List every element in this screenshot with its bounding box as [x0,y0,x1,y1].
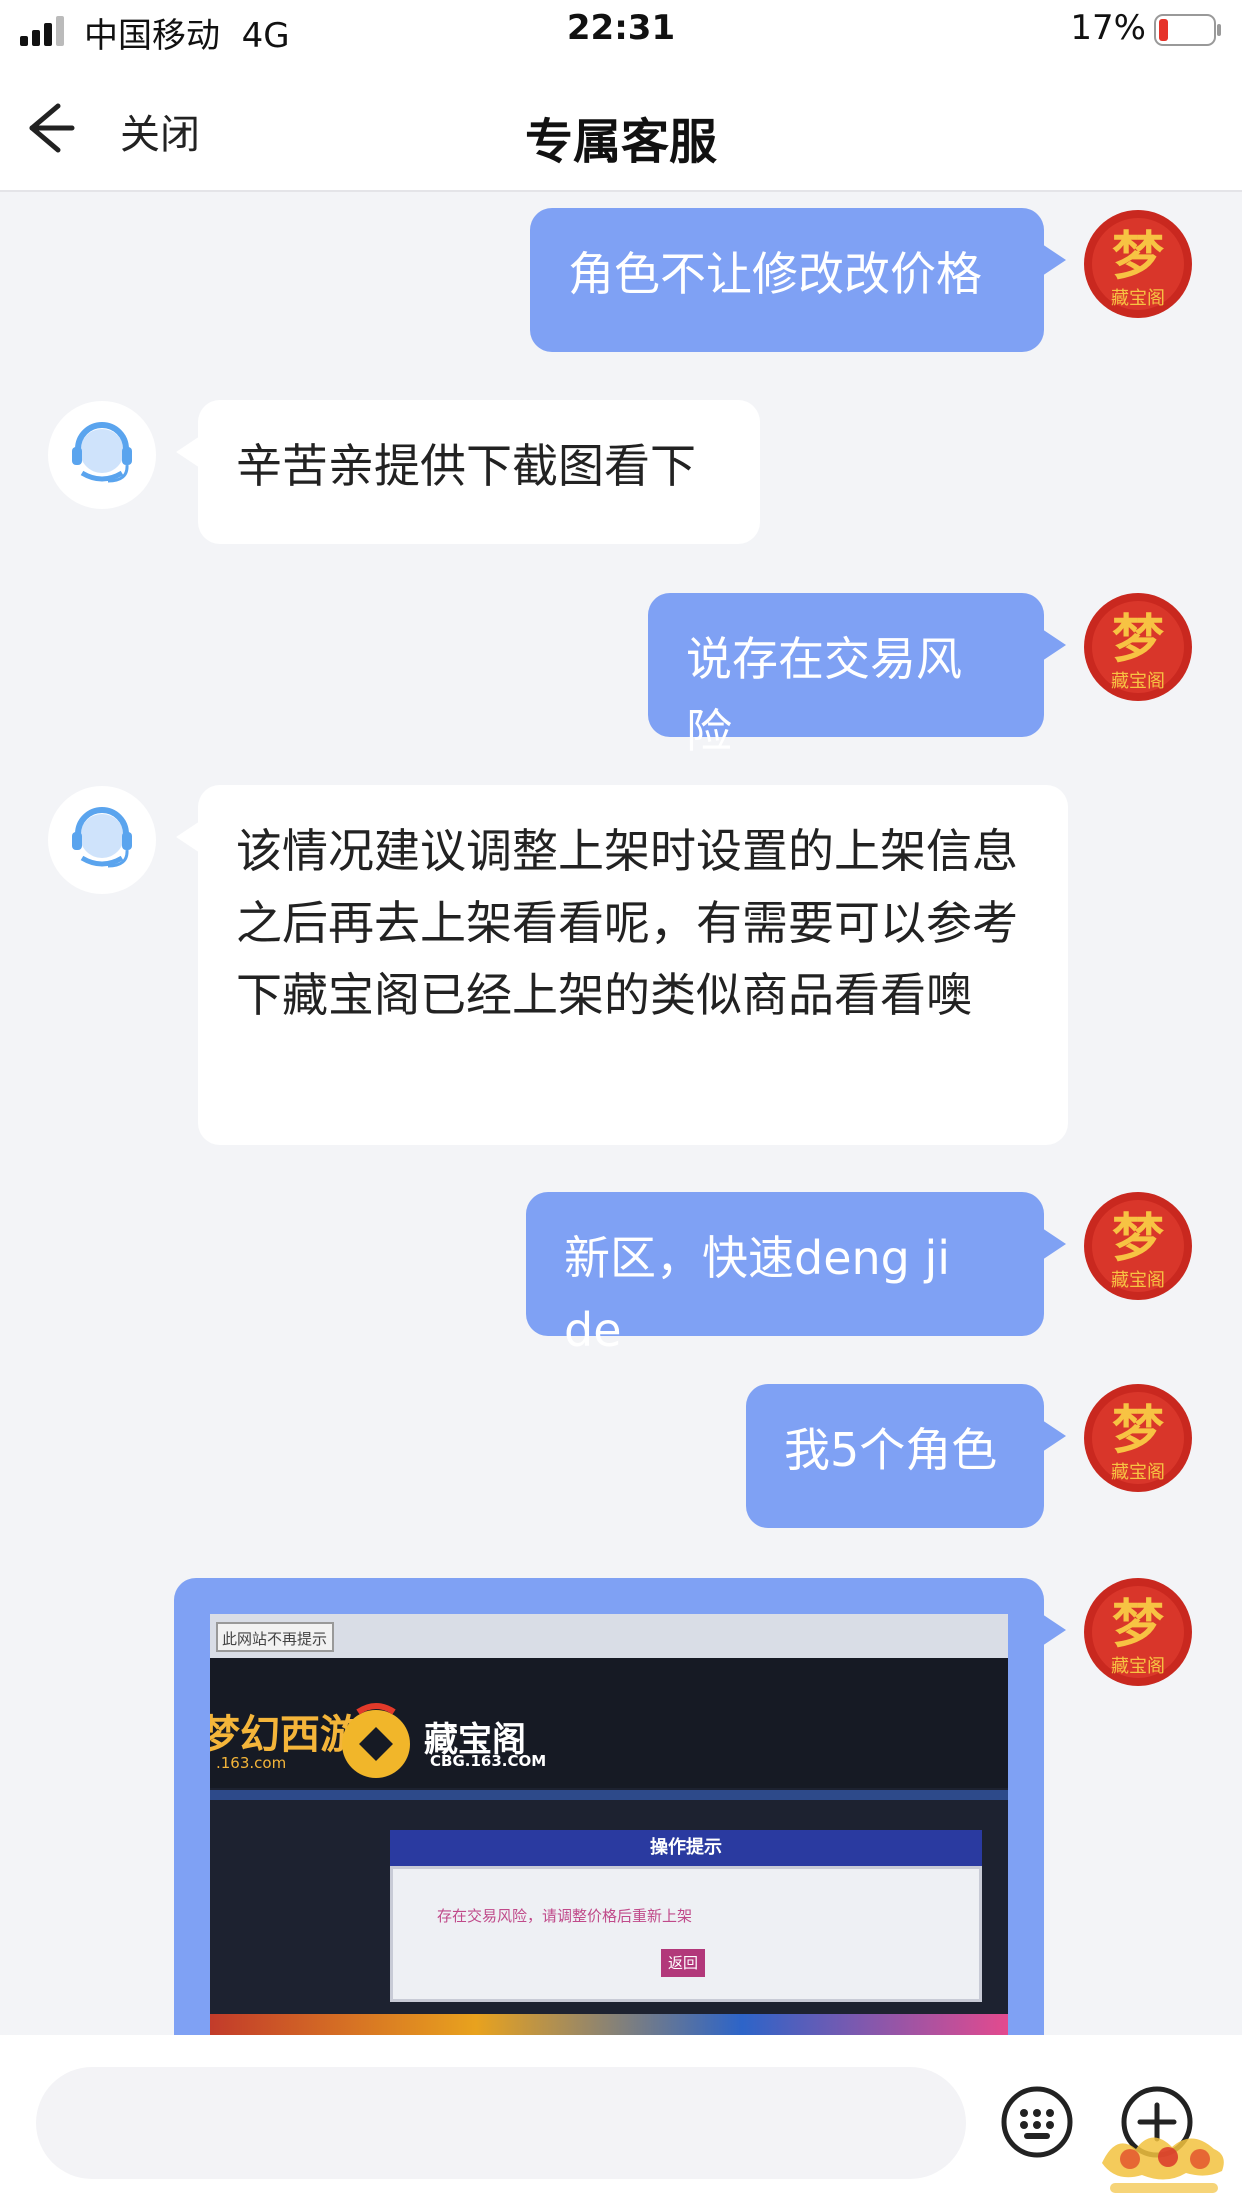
svg-text:梦: 梦 [1112,1401,1164,1461]
message-text: 新区，快速deng ji de [564,1231,951,1357]
svg-text:藏宝阁: 藏宝阁 [1111,1656,1165,1677]
outgoing-message[interactable]: 说存在交易风险 [648,593,1066,758]
divider [210,1790,1008,1800]
time-label: 22:31 [566,8,676,48]
site-url: CBG.163.COM [430,1752,547,1770]
chat-screen: 中国移动 4G 22:31 17% 关闭 专属客服 角色不让修改改价格 梦 藏宝… [0,0,1242,2208]
nav-bar: 关闭 专属客服 [0,62,1242,192]
outgoing-message[interactable]: 我5个角色 [746,1384,1066,1528]
agent-avatar[interactable] [48,786,156,894]
svg-text:梦: 梦 [1112,1209,1164,1269]
message-text: 该情况建议调整上架时设置的上架信息之后再去上架看看呢，有需要可以参考下藏宝阁已经… [236,824,1018,1022]
banner-strip [210,2014,1008,2035]
incoming-message[interactable]: 辛苦亲提供下截图看下 [176,400,760,544]
user-avatar[interactable]: 梦 藏宝阁 [1084,210,1192,318]
svg-text:梦: 梦 [1112,610,1164,670]
battery-icon [1154,14,1221,46]
svg-text:藏宝阁: 藏宝阁 [1111,671,1165,692]
user-avatar[interactable]: 梦 藏宝阁 [1084,1192,1192,1300]
dialog-title: 操作提示 [390,1830,982,1866]
coin-logo-icon [342,1703,410,1778]
status-bar: 中国移动 4G 22:31 17% [0,0,1242,62]
user-avatar[interactable]: 梦 藏宝阁 [1084,1578,1192,1686]
svg-text:藏宝阁: 藏宝阁 [1111,1462,1165,1483]
dialog-back-button: 返回 [661,1949,705,1977]
screenshot-photo[interactable]: 此网站不再提示 梦幻西游 .163.com 藏宝阁 CBG.163.COM 操作… [210,1614,1008,2035]
dialog-message: 存在交易风险，请调整价格后重新上架 [437,1907,693,1925]
battery-percent: 17% [1070,8,1146,48]
message-text: 说存在交易风险 [686,632,962,758]
message-input[interactable] [36,2067,966,2179]
incoming-message[interactable]: 该情况建议调整上架时设置的上架信息之后再去上架看看呢，有需要可以参考下藏宝阁已经… [176,785,1068,1145]
watermark-logo-icon [1102,2137,1224,2193]
message-text: 角色不让修改改价格 [568,247,982,301]
agent-avatar[interactable] [48,401,156,509]
outgoing-message[interactable]: 新区，快速deng ji de [526,1192,1066,1357]
outgoing-message[interactable]: 角色不让修改改价格 [530,208,1066,352]
page-title: 专属客服 [524,114,717,170]
user-avatar[interactable]: 梦 藏宝阁 [1084,593,1192,701]
svg-text:藏宝阁: 藏宝阁 [1111,1270,1165,1291]
dialog-body: 存在交易风险，请调整价格后重新上架 返回 [390,1866,982,2002]
svg-text:梦: 梦 [1112,1595,1164,1655]
site-tip: 此网站不再提示 [216,1622,334,1652]
message-text: 辛苦亲提供下截图看下 [236,439,696,493]
svg-text:藏宝阁: 藏宝阁 [1111,288,1165,309]
game-url: .163.com [216,1754,287,1772]
message-list[interactable]: 角色不让修改改价格 梦 藏宝阁 辛苦亲提供下截图看下 说存在交易风险 梦 藏宝阁 [0,192,1242,2035]
user-avatar[interactable]: 梦 藏宝阁 [1084,1384,1192,1492]
message-text: 我5个角色 [784,1423,998,1477]
svg-text:梦: 梦 [1112,227,1164,287]
keyboard-icon[interactable] [1000,2085,1074,2159]
outgoing-image-message[interactable]: 此网站不再提示 梦幻西游 .163.com 藏宝阁 CBG.163.COM 操作… [174,1578,1066,2035]
input-bar [0,2035,1242,2208]
